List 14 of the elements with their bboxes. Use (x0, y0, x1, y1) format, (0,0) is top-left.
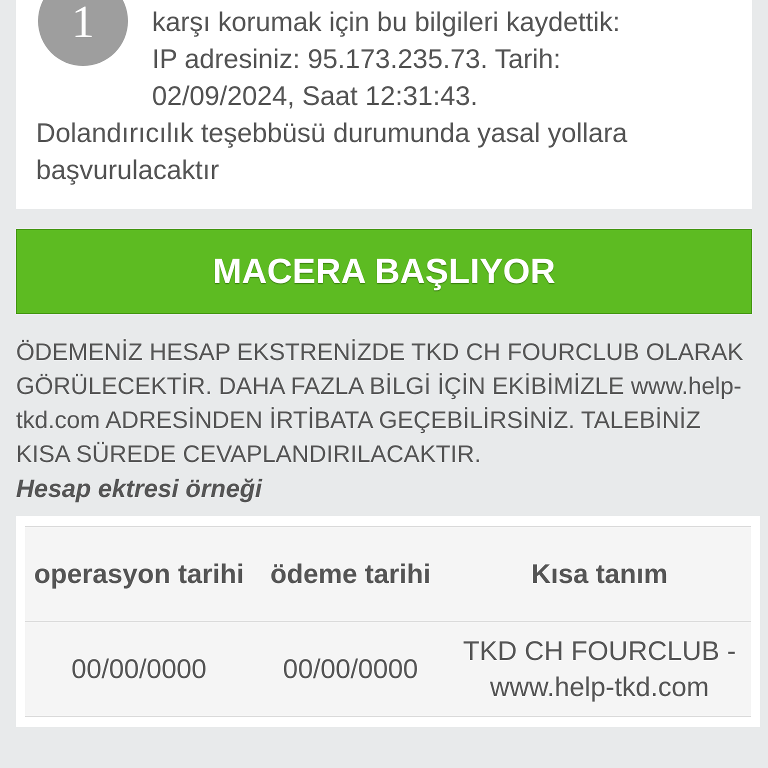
notice-line: karşı korumak için bu bilgileri kaydettik: (152, 6, 620, 39)
start-button[interactable]: MACERA BAŞLIYOR (16, 229, 752, 314)
notice-line: 02/09/2024, Saat 12:31:43. (152, 80, 479, 113)
notice-line: IP adresiniz: 95.173.235.73. Tarih: (152, 43, 562, 76)
table-cell: TKD CH FOURCLUB - www.help-tkd.com (448, 622, 751, 716)
column-header: Kısa tanım (448, 526, 751, 622)
column-header: operasyon tarihi (25, 526, 253, 622)
warning-text: Dolandırıcılık teşebbüsü durumunda yasal yollara başvurulacaktır (36, 117, 628, 187)
table-cell: 00/00/0000 (253, 622, 448, 716)
table-cell: 00/00/0000 (25, 622, 253, 716)
step-number-badge: 1 (38, 0, 128, 66)
column-header: ödeme tarihi (253, 526, 448, 622)
info-paragraph: ÖDEMENİZ HESAP EKSTRENİZDE TKD CH FOURCLUB OLARAK GÖRÜLECEKTİR. DAHA FAZLA BİLGİ İÇİN EKİBİMİZLE www.help-tkd.com ADRESİNDEN İRTİBATA GEÇEBİLİRSİNİZ. TALEBİNİZ KISA SÜREDE CEVAPLANDIRILACAKTIR. (16, 338, 744, 470)
example-title: Hesap ektresi örneği (16, 474, 264, 505)
